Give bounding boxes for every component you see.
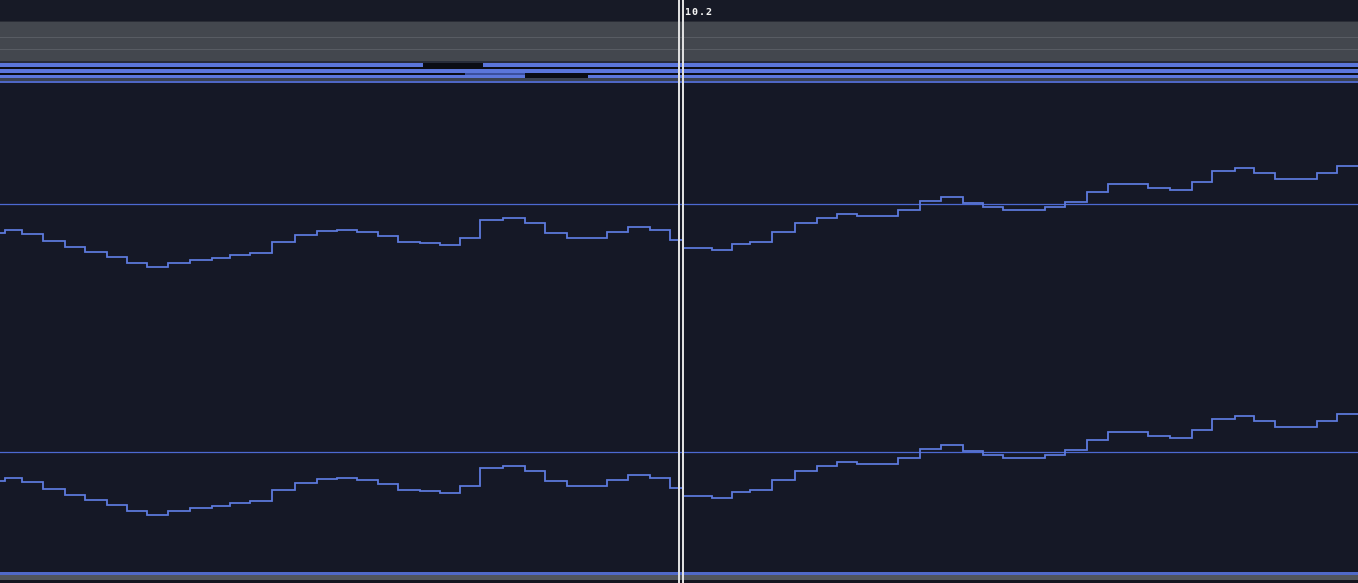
playhead-position-label: 10.2 — [685, 7, 714, 18]
playhead-line — [678, 0, 680, 583]
playhead-line — [682, 0, 684, 583]
daw-timeline-window: 10.2 — [0, 0, 1358, 583]
playhead-cursor[interactable] — [678, 0, 686, 583]
